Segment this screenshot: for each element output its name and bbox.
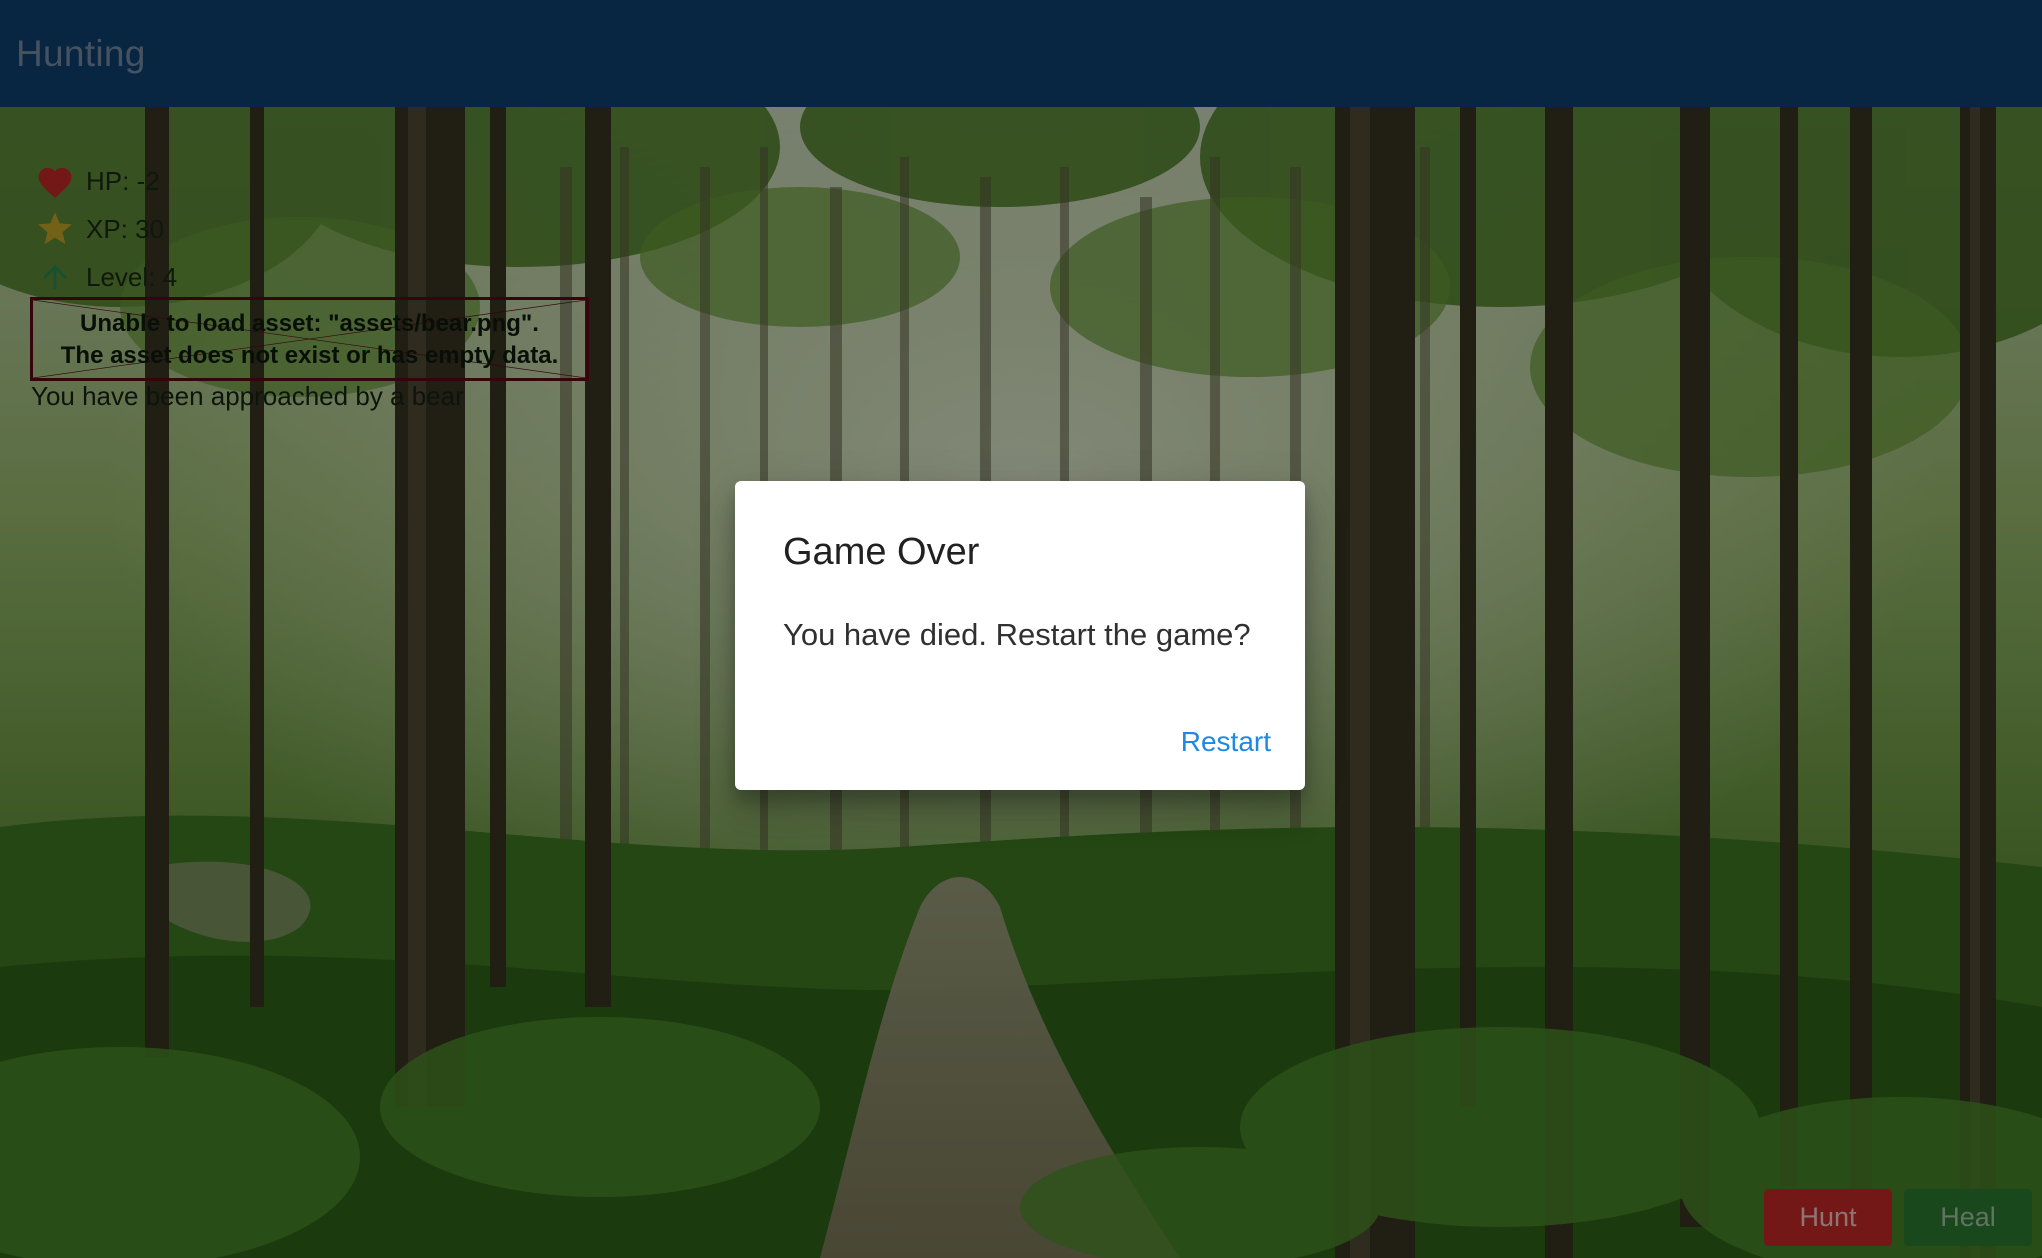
restart-button[interactable]: Restart <box>1181 720 1271 764</box>
dialog-message: You have died. Restart the game? <box>783 617 1251 652</box>
dialog-title: Game Over <box>783 531 980 573</box>
game-over-dialog: Game Over You have died. Restart the gam… <box>735 481 1305 790</box>
